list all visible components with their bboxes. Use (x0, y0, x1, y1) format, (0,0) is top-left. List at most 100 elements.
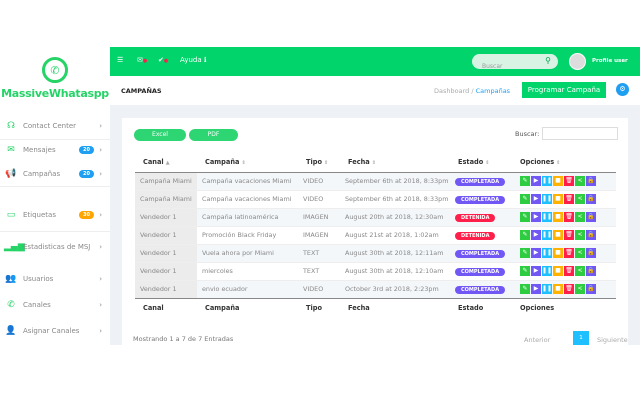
edit-icon[interactable]: ✎ (520, 212, 530, 222)
pause-icon[interactable]: ❚❚ (542, 176, 552, 186)
play-icon[interactable]: ▶ (531, 230, 541, 240)
stop-icon[interactable]: ■ (553, 284, 563, 294)
lock-icon[interactable]: 🔒 (586, 284, 596, 294)
check-notification-icon[interactable]: ✔● (158, 56, 168, 64)
sidebar-item-usuarios[interactable]: 👥 Usuarios › (4, 271, 106, 287)
stop-icon[interactable]: ■ (553, 266, 563, 276)
column-header[interactable]: Opciones ⇕ (512, 153, 616, 173)
stop-icon[interactable]: ■ (553, 248, 563, 258)
play-icon[interactable]: ▶ (531, 212, 541, 222)
pdf-button[interactable]: PDF (189, 129, 238, 141)
play-icon[interactable]: ▶ (531, 266, 541, 276)
column-header[interactable]: Estado ⇕ (450, 153, 512, 173)
campaigns-table: Canal ▲ Campaña ⇕ Tipo ⇕ Fecha ⇕ Estado ⇕ Opciones… (135, 153, 616, 317)
pause-icon[interactable]: ❚❚ (542, 212, 552, 222)
sidebar-item-contact-center[interactable]: ☊ Contact Center › (4, 118, 106, 134)
stop-icon[interactable]: ■ (553, 212, 563, 222)
pagination-next[interactable]: Siguiente (597, 336, 628, 344)
lock-icon[interactable]: 🔒 (586, 230, 596, 240)
edit-icon[interactable]: ✎ (520, 248, 530, 258)
breadcrumb-dashboard[interactable]: Dashboard (434, 87, 469, 95)
share-icon[interactable]: < (575, 194, 585, 204)
search-icon[interactable]: ⚲ (545, 56, 551, 65)
pause-icon[interactable]: ❚❚ (542, 230, 552, 240)
help-menu[interactable]: Ayuda ℹ (180, 56, 207, 64)
share-icon[interactable]: < (575, 230, 585, 240)
play-icon[interactable]: ▶ (531, 284, 541, 294)
share-icon[interactable]: < (575, 284, 585, 294)
lock-icon[interactable]: 🔒 (586, 212, 596, 222)
stop-icon[interactable]: ■ (553, 230, 563, 240)
brand-name: MassiveWhataspp (1, 87, 109, 100)
play-icon[interactable]: ▶ (531, 176, 541, 186)
search-input[interactable]: Buscar ⚲ (472, 54, 558, 70)
trash-icon[interactable]: 🗑 (564, 248, 574, 258)
pagination-previous[interactable]: Anterior (524, 336, 550, 344)
sort-icon[interactable]: ⇕ (556, 160, 560, 166)
sort-icon[interactable]: ⇕ (372, 160, 376, 166)
column-header[interactable]: Campaña ⇕ (197, 153, 298, 173)
column-label: Canal (143, 158, 164, 167)
sidebar-item-asignar-canales[interactable]: 👤 Asignar Canales › (4, 323, 106, 339)
share-icon[interactable]: < (575, 266, 585, 276)
avatar[interactable] (569, 53, 586, 70)
divider (0, 139, 110, 140)
lock-icon[interactable]: 🔒 (586, 248, 596, 258)
edit-icon[interactable]: ✎ (520, 230, 530, 240)
play-icon[interactable]: ▶ (531, 248, 541, 258)
cell-tipo: TEXT (298, 243, 340, 262)
pause-icon[interactable]: ❚❚ (542, 248, 552, 258)
sort-icon[interactable]: ⇕ (324, 160, 328, 166)
cell-canal: Vendedor 1 (135, 225, 197, 244)
table-search-label: Buscar: (515, 130, 540, 138)
user-assign-icon: 👤 (5, 326, 17, 336)
excel-button[interactable]: Excel (134, 129, 186, 141)
sort-asc-icon[interactable]: ▲ (166, 160, 170, 166)
pause-icon[interactable]: ❚❚ (542, 284, 552, 294)
trash-icon[interactable]: 🗑 (564, 284, 574, 294)
divider (0, 186, 110, 187)
top-bar: ☰ ✉● ✔● Ayuda ℹ Buscar ⚲ Profile user (110, 47, 640, 76)
pause-icon[interactable]: ❚❚ (542, 194, 552, 204)
sidebar-item-estadisticas-de-msj[interactable]: ▂▄▆ Estadisticas de MSJ › (4, 239, 106, 255)
settings-icon[interactable]: ⚙ (616, 83, 629, 96)
edit-icon[interactable]: ✎ (520, 266, 530, 276)
programar-campana-button[interactable]: Programar Campaña (522, 82, 606, 98)
column-header[interactable]: Tipo ⇕ (298, 153, 340, 173)
stop-icon[interactable]: ■ (553, 176, 563, 186)
edit-icon[interactable]: ✎ (520, 176, 530, 186)
trash-icon[interactable]: 🗑 (564, 176, 574, 186)
edit-icon[interactable]: ✎ (520, 194, 530, 204)
trash-icon[interactable]: 🗑 (564, 212, 574, 222)
table-row: Vendedor 1 envio ecuador VIDEO October 3rd … (135, 279, 616, 298)
sidebar-item-canales[interactable]: ✆ Canales › (4, 297, 106, 313)
trash-icon[interactable]: 🗑 (564, 266, 574, 276)
sidebar-item-mensajes[interactable]: ✉ Mensajes 20 › (4, 142, 106, 158)
lock-icon[interactable]: 🔒 (586, 176, 596, 186)
pause-icon[interactable]: ❚❚ (542, 266, 552, 276)
sidebar-item-etiquetas[interactable]: ▭ Etiquetas 30 › (4, 207, 106, 223)
play-icon[interactable]: ▶ (531, 194, 541, 204)
column-header[interactable]: Canal ▲ (135, 153, 197, 173)
sort-icon[interactable]: ⇕ (485, 160, 489, 166)
sort-icon[interactable]: ⇕ (241, 160, 245, 166)
share-icon[interactable]: < (575, 212, 585, 222)
trash-icon[interactable]: 🗑 (564, 230, 574, 240)
profile-user-link[interactable]: Profile user (592, 58, 628, 64)
sidebar-item-campa-as[interactable]: 📢 Campañas 20 › (4, 166, 106, 182)
table-search-input[interactable] (542, 127, 618, 140)
pagination-page-1[interactable]: 1 (573, 331, 589, 345)
edit-icon[interactable]: ✎ (520, 284, 530, 294)
chevron-right-icon: › (99, 275, 102, 283)
share-icon[interactable]: < (575, 248, 585, 258)
messages-icon[interactable]: ✉● (137, 56, 147, 64)
lock-icon[interactable]: 🔒 (586, 266, 596, 276)
column-header[interactable]: Fecha ⇕ (340, 153, 450, 173)
share-icon[interactable]: < (575, 176, 585, 186)
trash-icon[interactable]: 🗑 (564, 194, 574, 204)
menu-icon[interactable]: ☰ (117, 56, 123, 64)
column-footer: Tipo (298, 297, 340, 317)
stop-icon[interactable]: ■ (553, 194, 563, 204)
logo: ✆ MassiveWhataspp (0, 57, 110, 100)
lock-icon[interactable]: 🔒 (586, 194, 596, 204)
